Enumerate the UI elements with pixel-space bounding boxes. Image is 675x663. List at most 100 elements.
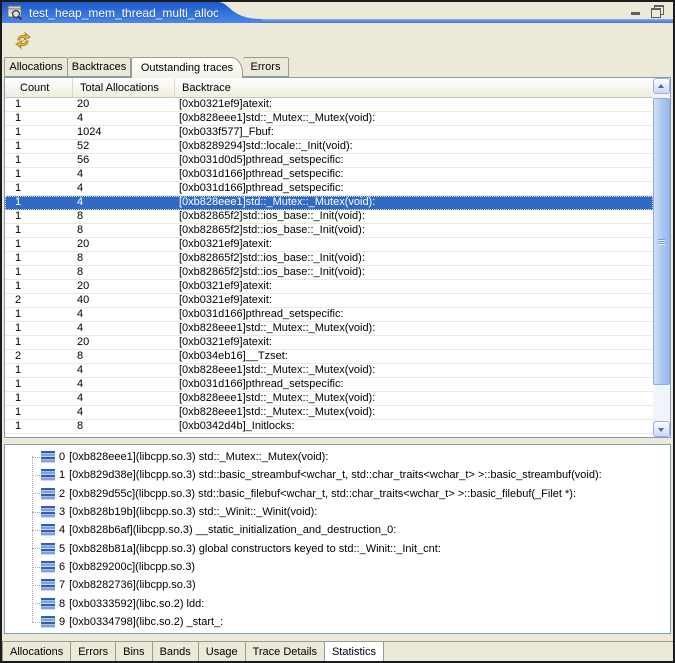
backtrace-tree-item[interactable]: 2 [0xb829d55c](libcpp.so.3) std::basic_f… — [5, 485, 670, 503]
table-row[interactable]: 1 20 [0xb0321ef9]atexit: — [5, 98, 653, 112]
tab-allocations[interactable]: Allocations — [4, 57, 68, 77]
frame-text: [0xb829d55c](libcpp.so.3) std::basic_fil… — [69, 488, 576, 500]
bottom-tab-errors[interactable]: Errors — [71, 642, 116, 661]
cell-count: 1 — [5, 140, 73, 153]
cell-total-allocations: 1024 — [73, 126, 175, 139]
cell-count: 1 — [5, 112, 73, 125]
cell-backtrace: [0xb82865f2]std::ios_base::_Init(void): — [175, 224, 653, 237]
cell-total-allocations: 20 — [73, 98, 175, 111]
scrollbar-thumb[interactable] — [653, 98, 670, 385]
scroll-up-icon[interactable] — [653, 78, 670, 94]
column-header-backtrace[interactable]: Backtrace — [175, 78, 653, 97]
backtrace-tree-item[interactable]: 1 [0xb829d38e](libcpp.so.3) std::basic_s… — [5, 466, 670, 484]
scroll-down-icon[interactable] — [653, 421, 670, 437]
view-title: test_heap_mem_thread_multi_alloc — [29, 6, 219, 20]
restore-icon[interactable] — [650, 5, 663, 16]
cell-total-allocations: 8 — [73, 252, 175, 265]
table-row[interactable]: 1 8 [0xb82865f2]std::ios_base::_Init(voi… — [5, 266, 653, 280]
minimize-icon[interactable] — [630, 5, 643, 16]
table-row[interactable]: 1 8 [0xb82865f2]std::ios_base::_Init(voi… — [5, 252, 653, 266]
cell-backtrace: [0xb828eee1]std::_Mutex::_Mutex(void): — [175, 196, 653, 209]
table-row[interactable]: 2 40 [0xb0321ef9]atexit: — [5, 294, 653, 308]
vertical-scrollbar[interactable] — [653, 78, 670, 437]
table-row[interactable]: 1 52 [0xb8289294]std::locale::_Init(void… — [5, 140, 653, 154]
tab-errors[interactable]: Errors — [243, 57, 289, 77]
table-row[interactable]: 1 4 [0xb031d166]pthread_setspecific: — [5, 168, 653, 182]
cell-backtrace: [0xb031d166]pthread_setspecific: — [175, 168, 653, 181]
table-row[interactable]: 1 4 [0xb828eee1]std::_Mutex::_Mutex(void… — [5, 112, 653, 126]
backtrace-tree-item[interactable]: 5 [0xb828b81a](libcpp.so.3) global const… — [5, 540, 670, 558]
backtrace-tree-item[interactable]: 8 [0xb0333592](libc.so.2) ldd: — [5, 595, 670, 613]
cell-count: 1 — [5, 322, 73, 335]
column-header-total[interactable]: Total Allocations — [73, 78, 175, 97]
tab-outstanding-traces[interactable]: Outstanding traces — [131, 57, 243, 78]
cell-total-allocations: 4 — [73, 182, 175, 195]
column-header-count[interactable]: Count — [5, 78, 73, 97]
cell-backtrace: [0xb82865f2]std::ios_base::_Init(void): — [175, 252, 653, 265]
bottom-tab-label: Trace Details — [253, 646, 317, 658]
backtrace-tree-item[interactable]: 0 [0xb828eee1](libcpp.so.3) std::_Mutex:… — [5, 448, 670, 466]
tree-stub-line — [32, 548, 40, 549]
bottom-tab-bins[interactable]: Bins — [116, 642, 152, 661]
tab-label: Errors — [251, 61, 281, 73]
tree-stub-line — [32, 530, 40, 531]
bottom-tab-label: Usage — [206, 646, 238, 658]
bottom-tab-label: Errors — [78, 646, 108, 658]
backtrace-tree-item[interactable]: 4 [0xb828b6af](libcpp.so.3) __static_ini… — [5, 521, 670, 539]
table-row[interactable]: 1 1024 [0xb033f577]_Fbuf: — [5, 126, 653, 140]
table-row[interactable]: 1 8 [0xb0342d4b]_Initlocks: — [5, 420, 653, 434]
stack-frames-icon — [41, 506, 55, 518]
cell-total-allocations: 52 — [73, 140, 175, 153]
cell-backtrace: [0xb0321ef9]atexit: — [175, 294, 653, 307]
table-row[interactable]: 1 4 [0xb031d166]pthread_setspecific: — [5, 308, 653, 322]
table-row[interactable]: 1 4 [0xb031d166]pthread_setspecific: — [5, 378, 653, 392]
cell-backtrace: [0xb0342d4b]_Initlocks: — [175, 420, 653, 433]
cell-count: 1 — [5, 266, 73, 279]
backtrace-tree-item[interactable]: 6 [0xb829200c](libcpp.so.3) — [5, 558, 670, 576]
backtrace-tree-item[interactable]: 3 [0xb828b19b](libcpp.so.3) std::_Winit:… — [5, 503, 670, 521]
column-label: Backtrace — [182, 82, 231, 94]
backtrace-tree-item[interactable]: 7 [0xb8282736](libcpp.so.3) — [5, 576, 670, 594]
cell-backtrace: [0xb82865f2]std::ios_base::_Init(void): — [175, 210, 653, 223]
table-row[interactable]: 1 4 [0xb828eee1]std::_Mutex::_Mutex(void… — [5, 322, 653, 336]
cell-backtrace: [0xb033f577]_Fbuf: — [175, 126, 653, 139]
bottom-tab-trace-details[interactable]: Trace Details — [246, 642, 325, 661]
frame-text: [0xb828eee1](libcpp.so.3) std::_Mutex::_… — [69, 451, 328, 463]
table-row[interactable]: 1 20 [0xb0321ef9]atexit: — [5, 336, 653, 350]
table-row[interactable]: 1 20 [0xb0321ef9]atexit: — [5, 280, 653, 294]
backtrace-tree-item[interactable]: 9 [0xb0334798](libc.so.2) _start_: — [5, 613, 670, 631]
cell-total-allocations: 4 — [73, 392, 175, 405]
bottom-tab-bands[interactable]: Bands — [153, 642, 199, 661]
cell-count: 1 — [5, 378, 73, 391]
stack-frames-icon — [41, 543, 55, 555]
bottom-tab-label: Bands — [160, 646, 191, 658]
table-row[interactable]: 1 4 [0xb828eee1]std::_Mutex::_Mutex(void… — [5, 392, 653, 406]
cell-count: 1 — [5, 98, 73, 111]
table-row[interactable]: 1 8 [0xb82865f2]std::ios_base::_Init(voi… — [5, 210, 653, 224]
table-row[interactable]: 1 8 [0xb82865f2]std::ios_base::_Init(voi… — [5, 224, 653, 238]
table-row[interactable]: 2 8 [0xb034eb16]__Tzset: — [5, 350, 653, 364]
cell-total-allocations: 20 — [73, 238, 175, 251]
table-row[interactable]: 1 20 [0xb0321ef9]atexit: — [5, 238, 653, 252]
bottom-tab-bar: Allocations Errors Bins Bands Usage Trac… — [2, 641, 673, 661]
table-row[interactable]: 1 4 [0xb828eee1]std::_Mutex::_Mutex(void… — [5, 196, 653, 210]
stack-frames-icon — [41, 524, 55, 536]
table-row[interactable]: 1 4 [0xb828eee1]std::_Mutex::_Mutex(void… — [5, 406, 653, 420]
cell-count: 2 — [5, 350, 73, 363]
cell-count: 1 — [5, 210, 73, 223]
cell-backtrace: [0xb8289294]std::locale::_Init(void): — [175, 140, 653, 153]
tree-stub-line — [32, 603, 40, 604]
bottom-tab-usage[interactable]: Usage — [199, 642, 246, 661]
view-tab[interactable]: test_heap_mem_thread_multi_alloc ✕ — [2, 2, 218, 23]
cell-count: 2 — [5, 294, 73, 307]
bottom-tab-allocations[interactable]: Allocations — [2, 642, 71, 661]
bottom-tab-statistics[interactable]: Statistics — [325, 642, 384, 661]
tab-backtraces[interactable]: Backtraces — [68, 57, 131, 77]
cell-total-allocations: 4 — [73, 378, 175, 391]
refresh-icon[interactable] — [14, 31, 36, 51]
cell-backtrace: [0xb031d166]pthread_setspecific: — [175, 308, 653, 321]
table-row[interactable]: 1 56 [0xb031d0d5]pthread_setspecific: — [5, 154, 653, 168]
table-row[interactable]: 1 4 [0xb828eee1]std::_Mutex::_Mutex(void… — [5, 364, 653, 378]
tab-label: Allocations — [9, 61, 62, 73]
table-row[interactable]: 1 4 [0xb031d166]pthread_setspecific: — [5, 182, 653, 196]
